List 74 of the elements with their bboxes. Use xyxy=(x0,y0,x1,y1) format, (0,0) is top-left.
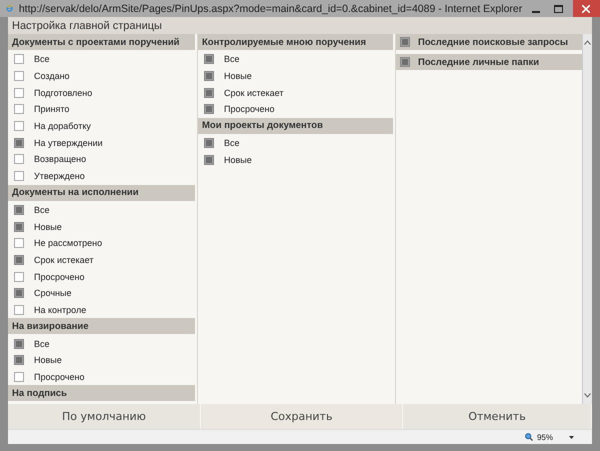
checkbox[interactable] xyxy=(14,204,24,215)
section-header: Мои проекты документов xyxy=(198,118,393,134)
checkbox-label: Не рассмотрено xyxy=(34,238,102,248)
checkbox-label: Утверждено xyxy=(34,171,85,182)
checkbox-label: Новые xyxy=(34,222,62,232)
checkbox-label: Все xyxy=(34,204,50,215)
checkbox[interactable] xyxy=(400,37,410,47)
caret-icon[interactable] xyxy=(569,436,574,438)
scrollbar[interactable] xyxy=(582,34,592,404)
checkbox[interactable] xyxy=(14,272,24,282)
checkbox[interactable] xyxy=(14,71,24,82)
minimize-icon xyxy=(532,10,540,12)
checkbox-label: Принято xyxy=(34,104,70,114)
scroll-up-icon[interactable] xyxy=(584,40,591,45)
maximize-icon xyxy=(554,4,564,12)
checkbox[interactable] xyxy=(14,288,24,298)
checkbox-label: Срок истекает xyxy=(34,254,94,265)
checkbox[interactable] xyxy=(14,304,24,315)
browser-logo-icon xyxy=(6,3,13,14)
checkbox-label: Новые xyxy=(224,154,252,165)
checkbox-label: На утверждении xyxy=(34,138,103,148)
checkbox[interactable] xyxy=(14,372,24,382)
checkbox-label: Просрочено xyxy=(224,104,274,114)
checkbox-label: Все xyxy=(34,338,50,349)
checkbox[interactable] xyxy=(204,154,214,165)
checkbox-label: Подготовлено xyxy=(34,88,92,98)
dialog-button[interactable]: По умолчанию xyxy=(8,404,201,429)
checkbox[interactable] xyxy=(204,71,214,82)
zoom-icon xyxy=(524,433,533,441)
checkbox[interactable] xyxy=(400,57,410,67)
checkbox-label: Срочные xyxy=(34,288,72,298)
checkbox[interactable] xyxy=(14,254,24,265)
section-header: Последние поисковые запросы xyxy=(418,36,568,48)
scroll-down-icon[interactable] xyxy=(584,393,591,398)
checkbox-label: Все xyxy=(34,54,50,64)
checkbox-label: Создано xyxy=(34,71,70,82)
checkbox[interactable] xyxy=(14,138,24,148)
checkbox-label: Возвращено xyxy=(34,154,86,164)
checkbox[interactable] xyxy=(14,54,24,64)
checkbox[interactable] xyxy=(14,171,24,182)
checkbox[interactable] xyxy=(14,88,24,98)
zoom-level[interactable]: 95% xyxy=(536,432,553,442)
checkbox[interactable] xyxy=(14,121,24,132)
checkbox[interactable] xyxy=(204,88,214,98)
checkbox-label: Все xyxy=(224,54,240,64)
section-header: На подпись xyxy=(8,385,195,402)
close-icon xyxy=(582,4,590,12)
section-header: Последние личные папки xyxy=(418,56,540,68)
checkbox[interactable] xyxy=(204,138,214,148)
checkbox[interactable] xyxy=(14,222,24,232)
section-header: Документы с проектами поручений xyxy=(8,34,195,50)
checkbox[interactable] xyxy=(14,104,24,114)
checkbox-label: Новые xyxy=(34,355,62,366)
checkbox[interactable] xyxy=(204,104,214,114)
window-title: http://servak/delo/ArmSite/Pages/PinUps.aspx?mode=main&card_id=0.&cabinet_id=4089 - Internet Explorer xyxy=(18,2,522,14)
section-header: Контролируемые мною поручения xyxy=(198,34,393,50)
page-title: Настройка главной страницы xyxy=(8,17,592,34)
checkbox-label: На доработку xyxy=(34,121,91,132)
checkbox[interactable] xyxy=(14,154,24,164)
dialog-button[interactable]: Отменить xyxy=(403,404,592,429)
checkbox-label: Все xyxy=(224,138,240,148)
section-header: Документы на исполнении xyxy=(8,184,195,200)
checkbox[interactable] xyxy=(14,355,24,366)
checkbox-label: Просрочено xyxy=(34,372,84,382)
checkbox[interactable] xyxy=(14,238,24,248)
dialog-button[interactable]: Сохранить xyxy=(201,404,403,429)
checkbox-label: На контроле xyxy=(34,304,86,315)
checkbox[interactable] xyxy=(14,338,24,349)
checkbox-label: Срок истекает xyxy=(224,88,284,98)
section-header: На визирование xyxy=(8,318,195,334)
close-button[interactable] xyxy=(572,0,600,17)
checkbox[interactable] xyxy=(204,54,214,64)
checkbox-label: Просрочено xyxy=(34,272,84,282)
checkbox-label: Новые xyxy=(224,71,252,82)
